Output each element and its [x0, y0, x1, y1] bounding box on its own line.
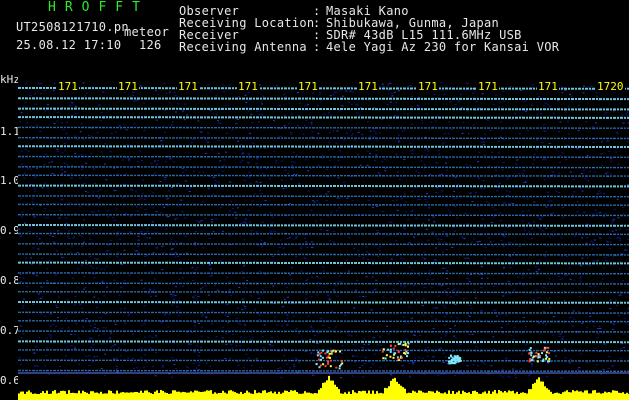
- y-tick-label: 1.1: [0, 125, 20, 138]
- spectral-trace: [18, 290, 629, 294]
- spectral-trace: [18, 195, 629, 198]
- app-logo: HROFFT: [48, 0, 149, 15]
- spectral-trace: [18, 203, 629, 206]
- spectral-trace: [18, 213, 629, 217]
- spectral-trace: [18, 320, 629, 323]
- x-tick-label: 171: [57, 80, 79, 93]
- antenna-value: 4ele Yagi Az 230 for Kansai VOR: [326, 40, 560, 54]
- x-tick-label: 171: [357, 80, 379, 93]
- frequency-axis: kHz 1.1 1.0 0.9 0.8 0.7 0.6: [0, 73, 20, 400]
- y-tick-label: 0.6: [0, 374, 20, 387]
- meteor-count: 126: [139, 38, 162, 52]
- meteor-label: meteor: [124, 25, 170, 39]
- spectrogram-canvas: [18, 74, 629, 400]
- spectral-trace: [18, 155, 629, 159]
- spectral-trace: [18, 272, 629, 275]
- spectral-trace: [18, 224, 629, 227]
- y-tick-label: 0.8: [0, 274, 20, 287]
- spectral-trace: [18, 340, 629, 344]
- spectral-trace: [18, 261, 629, 265]
- x-tick-label: 171: [537, 80, 559, 93]
- y-tick-label: 0.7: [0, 324, 20, 337]
- spectral-trace: [18, 126, 629, 129]
- spectral-trace: [18, 97, 629, 101]
- y-tick-label: 0.9: [0, 224, 20, 237]
- image-filename: UT2508121710.pn: [16, 20, 129, 34]
- spectral-trace: [18, 145, 629, 148]
- x-tick-label: 171: [117, 80, 139, 93]
- spectral-trace: [18, 369, 629, 372]
- spectral-trace: [18, 174, 629, 177]
- spectral-trace: [18, 253, 629, 256]
- header-panel: HROFFT UT2508121710.pn meteor 25.08.12 1…: [0, 0, 629, 74]
- x-tick-label: 171: [417, 80, 439, 93]
- capture-datetime: 25.08.12 17:10: [16, 38, 122, 52]
- spectral-trace: [18, 184, 629, 188]
- spectral-trace: [18, 282, 629, 285]
- spectral-trace: [18, 166, 629, 169]
- spectral-trace: [18, 330, 629, 333]
- y-tick-label: 1.0: [0, 174, 20, 187]
- x-tick-label: 171: [477, 80, 499, 93]
- antenna-separator: :: [313, 40, 321, 54]
- spectral-trace: [18, 116, 629, 119]
- spectral-trace: [18, 232, 629, 236]
- spectral-trace: [18, 243, 629, 246]
- x-tick-label: 171: [297, 80, 319, 93]
- x-tick-label: 171: [177, 80, 199, 93]
- x-tick-label: 1720: [596, 80, 625, 93]
- spectral-trace: [18, 311, 629, 314]
- spectral-trace: [18, 301, 629, 304]
- x-tick-label: 171: [237, 80, 259, 93]
- spectral-trace: [18, 137, 629, 140]
- frequency-unit-label: kHz: [0, 73, 20, 86]
- spectrogram-plot: [18, 74, 629, 400]
- antenna-label: Receiving Antenna: [179, 40, 307, 54]
- spectral-trace: [18, 107, 629, 111]
